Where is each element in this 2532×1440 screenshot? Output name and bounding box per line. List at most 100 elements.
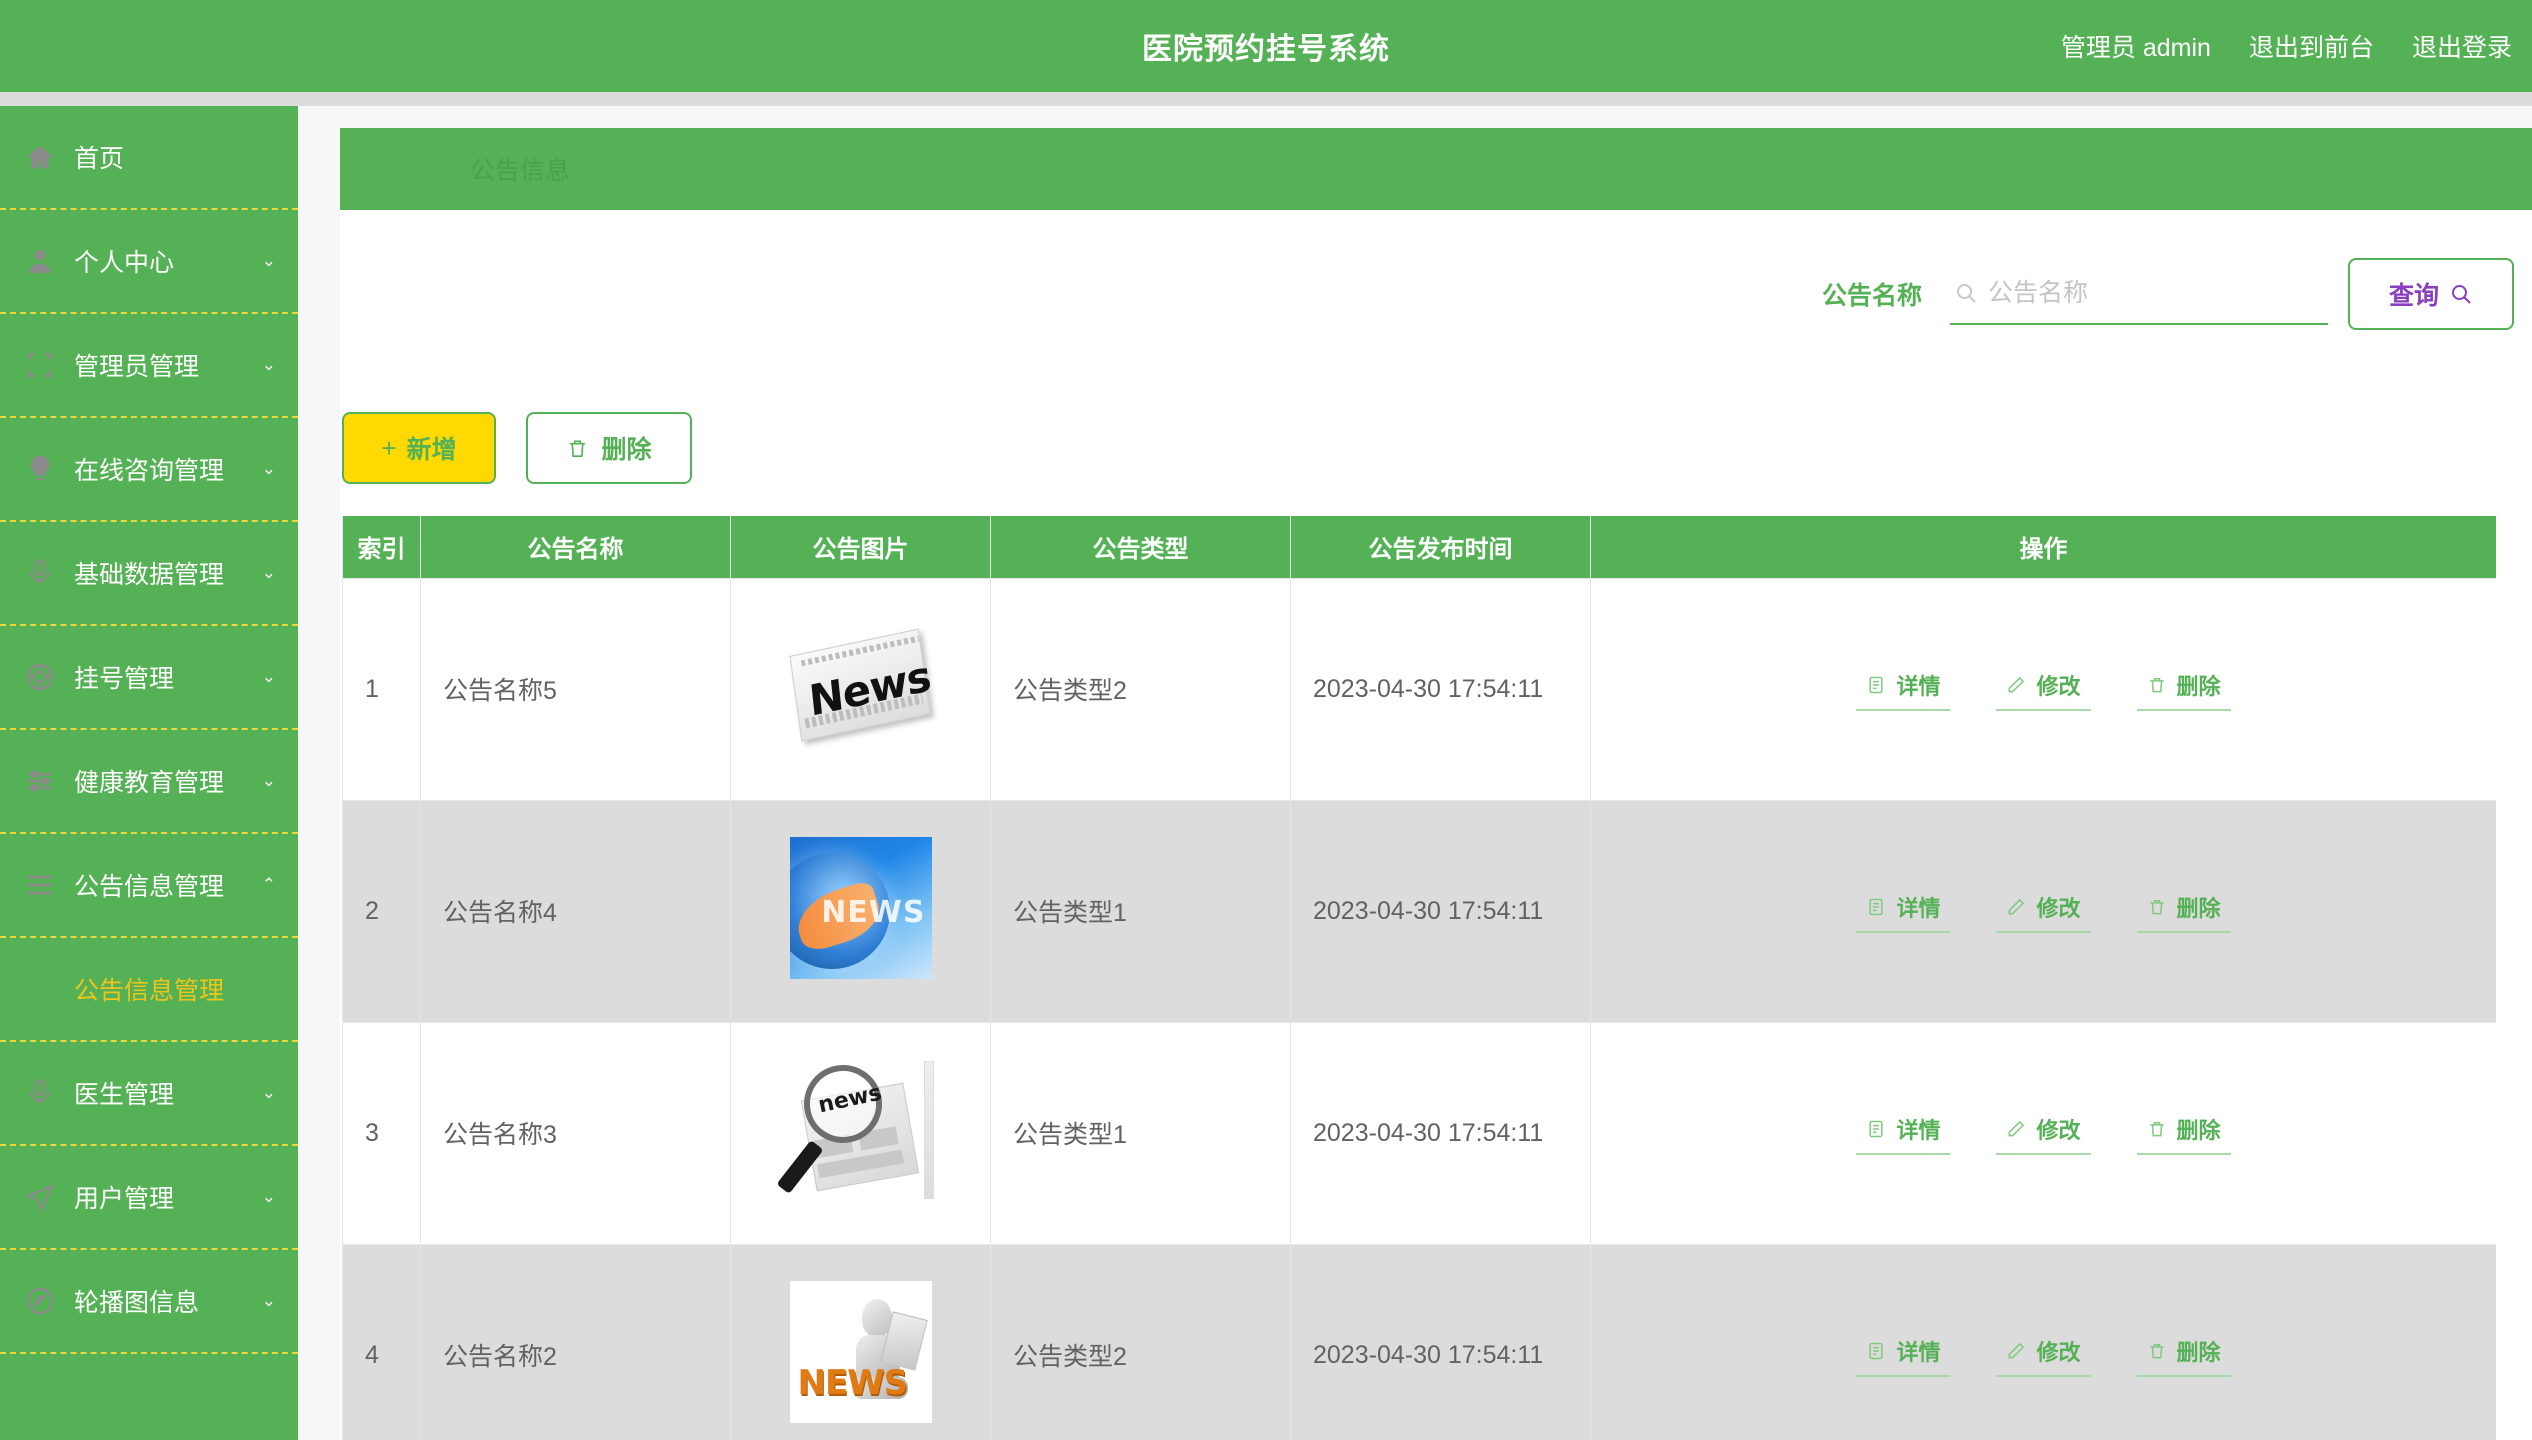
compass-icon [20, 1281, 60, 1321]
document-icon [1866, 675, 1886, 695]
exit-to-frontend-link[interactable]: 退出到前台 [2249, 28, 2374, 64]
sidebar-submenu-notice-management[interactable]: 公告信息管理 [0, 938, 298, 1042]
chevron-up-icon: ⌃ [261, 875, 276, 894]
row-delete-button[interactable]: 删除 [2136, 1333, 2231, 1377]
newspaper-folded-thumbnail[interactable]: News [786, 628, 936, 742]
query-button-label: 查询 [2388, 282, 2439, 310]
chevron-down-icon: ⌄ [261, 1291, 276, 1310]
table-row[interactable]: 4 公告名称2 NEWS 公告类型2 2023-04-30 17:54:11 详… [342, 1243, 2496, 1440]
row-delete-button[interactable]: 删除 [2136, 1111, 2231, 1155]
header-divider [0, 92, 2532, 106]
chevron-down-icon: ⌄ [261, 563, 276, 582]
magnifier-newspaper-thumbnail[interactable]: news [775, 1057, 936, 1203]
sidebar-label-carousel-info: 轮播图信息 [74, 1289, 200, 1317]
sidebar-label-personal-center: 个人中心 [74, 249, 175, 277]
current-user-label: 管理员 admin [2060, 34, 2211, 62]
cell-image[interactable]: news [730, 1021, 991, 1245]
detail-button[interactable]: 详情 [1856, 1111, 1951, 1155]
query-button[interactable]: 查询 [2348, 258, 2514, 330]
content-panel: 公告名称 查询 [340, 210, 2532, 1440]
detail-button-label: 详情 [1896, 1340, 1941, 1365]
sidebar-label-admin-management: 管理员管理 [74, 353, 200, 381]
edit-button-label: 修改 [2036, 674, 2081, 699]
edit-button[interactable]: 修改 [1996, 889, 2091, 933]
sidebar-item-user-management[interactable]: 用户管理 ⌄ [0, 1146, 298, 1250]
pencil-icon [2006, 675, 2026, 695]
chevron-down-icon: ⌄ [261, 667, 276, 686]
plus-icon: + [381, 433, 397, 463]
delete-button[interactable]: 删除 [526, 412, 692, 484]
cell-image[interactable]: News [730, 577, 991, 801]
cell-index: 3 [342, 1021, 421, 1245]
row-delete-button[interactable]: 删除 [2136, 667, 2231, 711]
row-delete-button[interactable]: 删除 [2136, 889, 2231, 933]
cell-time: 2023-04-30 17:54:11 [1290, 1243, 1591, 1440]
sidebar-item-home[interactable]: 首页 [0, 106, 298, 210]
news-broadcast-globe-thumbnail[interactable]: NEWS [789, 836, 932, 979]
sidebar-item-carousel-info[interactable]: 轮播图信息 ⌄ [0, 1250, 298, 1354]
table-row[interactable]: 1 公告名称5 News 公告类型2 2023-04-30 17:54:11 详… [342, 577, 2496, 801]
edit-button[interactable]: 修改 [1996, 1111, 2091, 1155]
detail-button-label: 详情 [1896, 674, 1941, 699]
notice-table-wrapper[interactable]: 索引 公告名称 公告图片 公告类型 公告发布时间 操作 1 公告名称5 News… [342, 516, 2496, 1440]
row-delete-button-label: 删除 [2176, 1118, 2221, 1143]
cell-image[interactable]: NEWS [730, 799, 991, 1023]
search-icon [1954, 281, 1978, 305]
cell-image[interactable]: NEWS [730, 1243, 991, 1440]
sidebar-item-notice-management[interactable]: 公告信息管理 ⌃ [0, 834, 298, 938]
detail-button[interactable]: 详情 [1856, 889, 1951, 933]
main-content: 公告信息 公告名称 查询 [298, 106, 2532, 1440]
news-figure-orange-thumbnail[interactable]: NEWS [789, 1280, 932, 1423]
edit-button[interactable]: 修改 [1996, 1333, 2091, 1377]
user-icon [20, 241, 60, 281]
sliders-icon [20, 761, 60, 801]
delete-button-label: 删除 [601, 436, 652, 464]
table-row[interactable]: 2 公告名称4 NEWS 公告类型1 2023-04-30 17:54:11 详… [342, 799, 2496, 1023]
header-actions: 管理员 admin 退出到前台 退出登录 [2061, 0, 2518, 92]
search-bar: 公告名称 查询 [1822, 258, 2514, 330]
sidebar-item-doctor-management[interactable]: 医生管理 ⌄ [0, 1042, 298, 1146]
detail-button[interactable]: 详情 [1856, 1333, 1951, 1377]
logout-link[interactable]: 退出登录 [2412, 28, 2512, 64]
cell-name: 公告名称3 [420, 1021, 731, 1245]
cell-time: 2023-04-30 17:54:11 [1290, 799, 1591, 1023]
column-header-index: 索引 [342, 516, 421, 579]
row-delete-button-label: 删除 [2176, 896, 2221, 921]
sidebar-item-registration[interactable]: 挂号管理 ⌄ [0, 626, 298, 730]
trash-icon [566, 437, 589, 460]
sidebar-item-basic-data[interactable]: 基础数据管理 ⌄ [0, 522, 298, 626]
search-input[interactable] [1988, 278, 2308, 308]
sidebar-label-user-management: 用户管理 [74, 1185, 175, 1213]
pencil-icon [2006, 1119, 2026, 1139]
column-header-name: 公告名称 [420, 516, 731, 579]
cell-name: 公告名称5 [420, 577, 731, 801]
sidebar-submenu-label: 公告信息管理 [73, 977, 224, 1005]
sidebar-item-online-consult[interactable]: 在线咨询管理 ⌄ [0, 418, 298, 522]
table-row[interactable]: 3 公告名称3 news 公告类型1 2023-04-30 17:54:11 详… [342, 1021, 2496, 1245]
add-button-label: 新增 [406, 436, 457, 464]
search-field-wrapper[interactable] [1950, 263, 2328, 325]
sidebar-label-doctor-management: 医生管理 [74, 1081, 175, 1109]
search-label: 公告名称 [1821, 282, 1922, 310]
sidebar-item-health-education[interactable]: 健康教育管理 ⌄ [0, 730, 298, 834]
sidebar-item-admin-management[interactable]: 管理员管理 ⌄ [0, 314, 298, 418]
detail-button[interactable]: 详情 [1856, 667, 1951, 711]
trash-icon [2147, 897, 2167, 917]
chevron-down-icon: ⌄ [261, 1187, 276, 1206]
add-button[interactable]: + 新增 [342, 412, 496, 484]
bulb-icon [20, 449, 60, 489]
breadcrumb-bar: 公告信息 [340, 128, 2532, 210]
breadcrumb: 公告信息 [470, 157, 571, 185]
cell-type: 公告类型1 [990, 799, 1291, 1023]
cell-type: 公告类型2 [990, 1243, 1291, 1440]
cell-name: 公告名称2 [420, 1243, 731, 1440]
chevron-down-icon: ⌄ [261, 1083, 276, 1102]
cell-operations: 详情 修改 删除 [1590, 1243, 2496, 1440]
trash-icon [2147, 675, 2167, 695]
cell-index: 1 [342, 577, 421, 801]
list-icon [20, 865, 60, 905]
column-header-operations: 操作 [1590, 516, 2496, 579]
sidebar-item-personal-center[interactable]: 个人中心 ⌄ [0, 210, 298, 314]
edit-button[interactable]: 修改 [1996, 667, 2091, 711]
column-header-type: 公告类型 [990, 516, 1291, 579]
